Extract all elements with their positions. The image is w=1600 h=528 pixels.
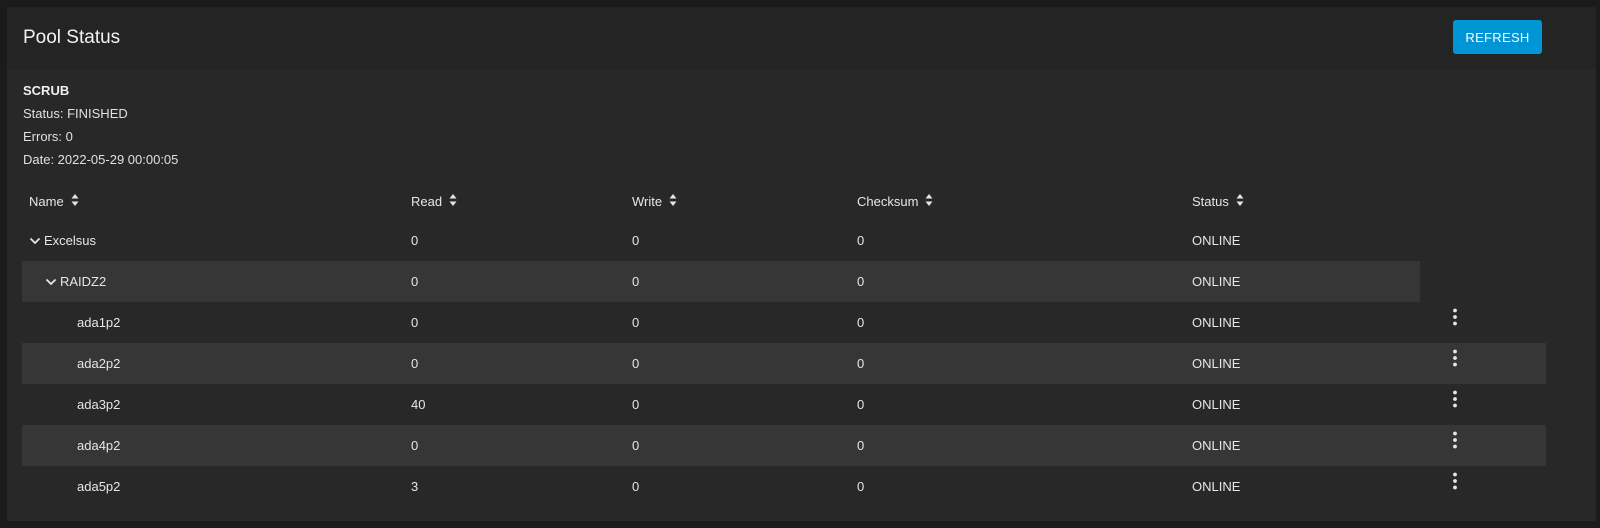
row-checksum-cell: 0	[857, 397, 865, 412]
sort-icon	[925, 194, 933, 206]
row-name-cell: ada1p2	[77, 315, 121, 330]
row-read-cell: 40	[411, 397, 426, 412]
row-actions-cell	[1435, 302, 1475, 343]
row-status-cell: ONLINE	[1192, 315, 1241, 330]
more-vert-icon[interactable]	[1453, 349, 1457, 367]
row-write-cell: 0	[632, 274, 640, 289]
row-status-cell: ONLINE	[1192, 397, 1241, 412]
table-row-disk[interactable]: ada2p2 0 0 0 ONLINE	[22, 343, 1578, 384]
row-read-cell: 0	[411, 356, 419, 371]
table-row-disk[interactable]: ada3p2 40 0 0 ONLINE	[22, 384, 1578, 425]
scrub-date: Date: 2022-05-29 00:00:05	[23, 152, 179, 167]
row-name-cell: RAIDZ2	[29, 261, 106, 302]
pool-status-card: Pool Status REFRESH SCRUB Status: FINISH…	[7, 7, 1596, 521]
row-actions-cell	[1435, 343, 1475, 384]
page-title: Pool Status	[23, 27, 121, 48]
row-read-cell: 3	[411, 479, 419, 494]
row-highlight	[22, 425, 1546, 466]
row-status-cell: ONLINE	[1192, 356, 1241, 371]
row-write-cell: 0	[632, 438, 640, 453]
row-write-cell: 0	[632, 233, 640, 248]
more-vert-icon[interactable]	[1453, 431, 1457, 449]
column-header-write[interactable]: Write	[632, 182, 677, 220]
row-actions-cell	[1435, 425, 1475, 466]
row-write-cell: 0	[632, 397, 640, 412]
refresh-button[interactable]: REFRESH	[1453, 20, 1542, 54]
table-row-vdev[interactable]: RAIDZ2 0 0 0 ONLINE	[22, 261, 1578, 302]
row-write-cell: 0	[632, 315, 640, 330]
row-actions-cell	[1435, 384, 1475, 425]
row-status-cell: ONLINE	[1192, 438, 1241, 453]
column-header-read[interactable]: Read	[411, 182, 457, 220]
card-header: Pool Status REFRESH	[7, 7, 1596, 69]
scrub-status: Status: FINISHED	[23, 106, 128, 121]
row-checksum-cell: 0	[857, 356, 865, 371]
table-row-disk[interactable]: ada4p2 0 0 0 ONLINE	[22, 425, 1578, 466]
row-status-cell: ONLINE	[1192, 274, 1241, 289]
row-read-cell: 0	[411, 233, 419, 248]
row-checksum-cell: 0	[857, 315, 865, 330]
row-name-cell: ada4p2	[77, 438, 121, 453]
scrub-heading: SCRUB	[23, 83, 70, 98]
row-checksum-cell: 0	[857, 479, 865, 494]
scrub-summary: SCRUB Status: FINISHED Errors: 0 Date: 2…	[23, 79, 178, 171]
row-read-cell: 0	[411, 274, 419, 289]
chevron-down-icon[interactable]	[45, 276, 57, 288]
column-header-checksum[interactable]: Checksum	[857, 182, 933, 220]
pool-tree-table: Name Read Write Checksum Status Excelsus…	[22, 182, 1578, 507]
row-write-cell: 0	[632, 356, 640, 371]
table-row-disk[interactable]: ada5p2 3 0 0 ONLINE	[22, 466, 1578, 507]
row-read-cell: 0	[411, 315, 419, 330]
table-row-pool[interactable]: Excelsus 0 0 0 ONLINE	[22, 220, 1578, 261]
row-name-cell: Excelsus	[29, 220, 96, 261]
row-name-cell: ada3p2	[77, 397, 121, 412]
scrub-errors: Errors: 0	[23, 129, 73, 144]
chevron-down-icon[interactable]	[29, 235, 41, 247]
sort-icon	[1236, 194, 1244, 206]
row-name-cell: ada2p2	[77, 356, 121, 371]
more-vert-icon[interactable]	[1453, 472, 1457, 490]
more-vert-icon[interactable]	[1453, 390, 1457, 408]
row-highlight	[22, 343, 1546, 384]
sort-icon	[71, 194, 79, 206]
row-write-cell: 0	[632, 479, 640, 494]
table-row-disk[interactable]: ada1p2 0 0 0 ONLINE	[22, 302, 1578, 343]
row-checksum-cell: 0	[857, 233, 865, 248]
row-actions-cell	[1435, 466, 1475, 507]
row-status-cell: ONLINE	[1192, 479, 1241, 494]
column-header-name[interactable]: Name	[29, 182, 79, 220]
row-status-cell: ONLINE	[1192, 233, 1241, 248]
row-checksum-cell: 0	[857, 438, 865, 453]
column-header-status[interactable]: Status	[1192, 182, 1244, 220]
table-header-row: Name Read Write Checksum Status	[22, 182, 1578, 220]
sort-icon	[449, 194, 457, 206]
row-name-cell: ada5p2	[77, 479, 121, 494]
row-read-cell: 0	[411, 438, 419, 453]
sort-icon	[669, 194, 677, 206]
more-vert-icon[interactable]	[1453, 308, 1457, 326]
row-checksum-cell: 0	[857, 274, 865, 289]
